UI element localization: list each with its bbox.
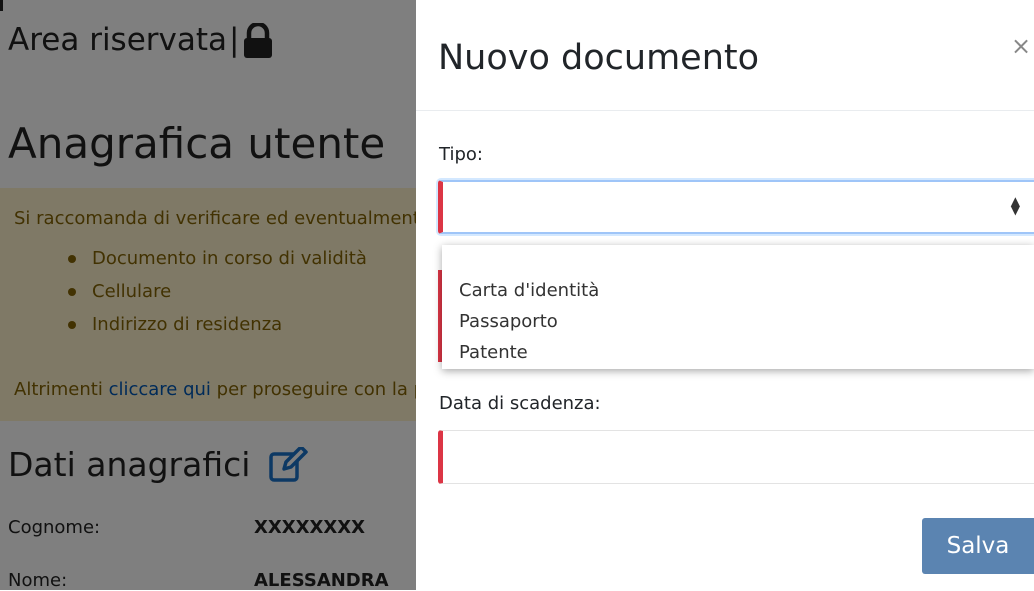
expiry-date-input[interactable] <box>438 430 1034 484</box>
option-passport[interactable]: Passaporto <box>442 306 1034 337</box>
tipo-dropdown-list: Carta d'identità Passaporto Patente <box>442 245 1034 369</box>
modal-header: Nuovo documento × <box>416 0 1034 111</box>
tipo-label: Tipo: <box>439 144 483 165</box>
option-driving-license[interactable]: Patente <box>442 337 1034 368</box>
select-arrows-icon: ▲ ▼ <box>1010 194 1020 217</box>
option-identity-card[interactable]: Carta d'identità <box>442 275 1034 306</box>
modal-title: Nuovo documento <box>438 38 760 78</box>
tipo-select[interactable]: ▲ ▼ <box>438 180 1034 234</box>
save-button[interactable]: Salva <box>922 518 1034 574</box>
scadenza-label: Data di scadenza: <box>439 393 601 414</box>
close-icon[interactable]: × <box>1008 33 1034 59</box>
new-document-modal: Nuovo documento × Tipo: ▲ ▼ Carta d'ident… <box>416 0 1034 590</box>
